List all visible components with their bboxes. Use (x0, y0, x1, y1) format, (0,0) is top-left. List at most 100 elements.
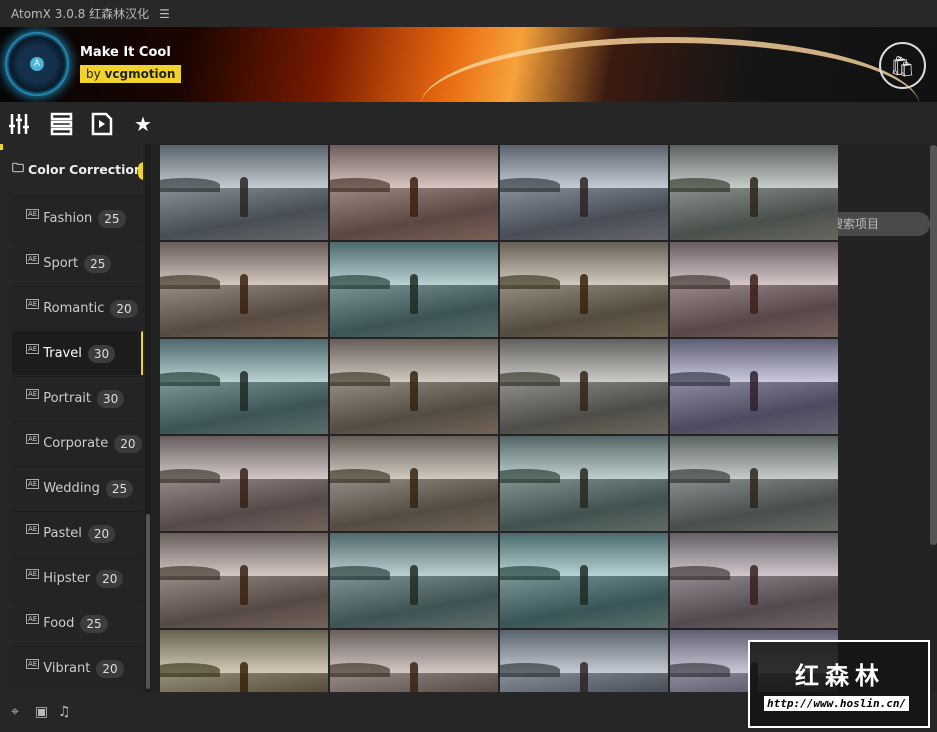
preset-thumbnail[interactable] (670, 145, 838, 240)
preset-thumbnail[interactable] (330, 339, 498, 434)
play-box-icon[interactable]: ▣ (35, 704, 48, 720)
item-count-badge: 30 (97, 389, 125, 408)
video-file-icon[interactable] (91, 112, 115, 136)
ae-file-icon: AE (26, 613, 40, 624)
item-count-badge: 30 (87, 344, 116, 363)
pack-title: Make It Cool (80, 45, 171, 60)
item-count-badge: 20 (110, 299, 138, 318)
preset-thumbnail[interactable] (500, 533, 668, 628)
preset-thumbnail[interactable] (160, 339, 328, 434)
sidebar-item-label: Pastel (43, 526, 82, 541)
sidebar-item-label: Fashion (43, 211, 93, 226)
ae-file-icon: AE (26, 478, 40, 489)
category-label: Color Correction (28, 162, 143, 177)
sidebar-item-label: Sport (43, 256, 79, 271)
author-name: vcgmotion (104, 67, 176, 81)
preset-thumbnail[interactable] (330, 145, 498, 240)
preset-thumbnail[interactable] (670, 242, 838, 337)
preset-thumbnail[interactable] (160, 145, 328, 240)
sidebar-item-hipster[interactable]: AE Hipster 20 (12, 556, 143, 600)
preset-thumbnail[interactable] (330, 533, 498, 628)
item-count-badge: 20 (114, 434, 142, 453)
atomx-logo[interactable]: A (5, 32, 69, 96)
ae-file-icon: AE (26, 523, 40, 534)
sidebar-item-label: Wedding (43, 481, 100, 496)
preset-thumbnail[interactable] (670, 339, 838, 434)
item-count-badge: 25 (98, 209, 126, 228)
item-count-badge: 20 (87, 524, 116, 543)
sidebar-accent (0, 144, 3, 150)
banner-swoosh (420, 37, 920, 102)
ae-file-icon: AE (26, 388, 40, 399)
sidebar-item-label: Food (43, 616, 75, 631)
watermark-text: 红森林 (795, 662, 885, 690)
sidebar-item-label: Portrait (43, 391, 92, 406)
grid-scrollbar[interactable] (930, 145, 937, 545)
sidebar-item-pastel[interactable]: AE Pastel 20 (12, 511, 143, 555)
author-badge[interactable]: by vcgmotion (80, 65, 182, 83)
preset-thumbnail[interactable] (670, 436, 838, 531)
ae-file-icon: AE (26, 343, 40, 354)
item-count-badge: 25 (80, 614, 108, 633)
preset-thumbnail[interactable] (500, 436, 668, 531)
sidebar-item-travel[interactable]: AE Travel 30 (12, 331, 143, 375)
sidebar-item-romantic[interactable]: AE Romantic 20 (12, 286, 143, 330)
hamburger-icon[interactable]: ☰ (159, 7, 170, 21)
item-count-badge: 25 (105, 479, 134, 498)
preset-thumbnail[interactable] (330, 630, 498, 692)
star-icon[interactable]: ★ (131, 112, 155, 136)
sidebar-item-fashion[interactable]: AE Fashion 25 (12, 196, 143, 240)
preset-thumbnail[interactable] (500, 145, 668, 240)
sidebar-scrollbar[interactable] (145, 144, 151, 692)
preset-thumbnail[interactable] (670, 533, 838, 628)
sidebar-item-corporate[interactable]: AE Corporate 20 (12, 421, 143, 465)
toolbar: ★ ⌕搜索项目 (0, 102, 937, 236)
pack-banner: A Make It Cool by vcgmotion 🛍 (0, 27, 937, 102)
preset-thumbnail[interactable] (500, 242, 668, 337)
app-title: AtomX 3.0.8 红森林汉化 (11, 7, 150, 21)
preset-thumbnail[interactable] (500, 630, 668, 692)
music-icon[interactable]: ♫ (58, 704, 71, 720)
watermark: 红森林 http://www.hoslin.cn/ (748, 640, 930, 728)
title-bar: AtomX 3.0.8 红森林汉化 ☰ (0, 0, 937, 27)
folder-icon: 🗀 (12, 161, 25, 175)
watermark-url: http://www.hoslin.cn/ (764, 696, 910, 711)
ae-file-icon: AE (26, 208, 40, 219)
ae-file-icon: AE (26, 568, 40, 579)
target-icon[interactable]: ⌖ (11, 704, 19, 720)
preset-thumbnail[interactable] (500, 339, 668, 434)
sidebar-item-label: Romantic (43, 301, 105, 316)
sidebar-item-vibrant[interactable]: AE Vibrant 20 (12, 646, 143, 690)
preset-thumbnail[interactable] (330, 436, 498, 531)
preset-thumbnail[interactable] (330, 242, 498, 337)
sidebar-item-food[interactable]: AE Food 25 (12, 601, 143, 645)
shopping-bag-icon: 🛍 (889, 53, 916, 78)
ae-file-icon: AE (26, 253, 40, 264)
category-badge (138, 162, 143, 180)
preset-thumbnail[interactable] (160, 533, 328, 628)
sliders-icon[interactable] (9, 112, 33, 136)
logo-letter: A (30, 57, 44, 71)
preset-thumbnail[interactable] (160, 436, 328, 531)
preset-thumbnail[interactable] (160, 630, 328, 692)
item-count-badge: 20 (96, 569, 124, 588)
sidebar-item-label: Hipster (43, 571, 91, 586)
ae-file-icon: AE (26, 433, 40, 444)
ae-file-icon: AE (26, 298, 40, 309)
category-color-correction[interactable]: 🗀 Color Correction (12, 159, 143, 180)
sidebar-item-label: Travel (43, 346, 82, 361)
sidebar-item-wedding[interactable]: AE Wedding 25 (12, 466, 143, 510)
sidebar-scroll-thumb[interactable] (146, 514, 150, 689)
sidebar-item-sport[interactable]: AE Sport 25 (12, 241, 143, 285)
sidebar-item-portrait[interactable]: AE Portrait 30 (12, 376, 143, 420)
sidebar-item-label: Corporate (43, 436, 109, 451)
item-count-badge: 20 (96, 659, 124, 678)
sidebar-item-label: Vibrant (43, 661, 91, 676)
preset-grid (160, 145, 840, 692)
preset-thumbnail[interactable] (160, 242, 328, 337)
author-prefix: by (86, 67, 101, 81)
list-icon[interactable] (50, 112, 74, 136)
shopping-bag-button[interactable]: 🛍 (879, 42, 926, 89)
ae-file-icon: AE (26, 658, 40, 669)
item-count-badge: 25 (84, 254, 112, 273)
